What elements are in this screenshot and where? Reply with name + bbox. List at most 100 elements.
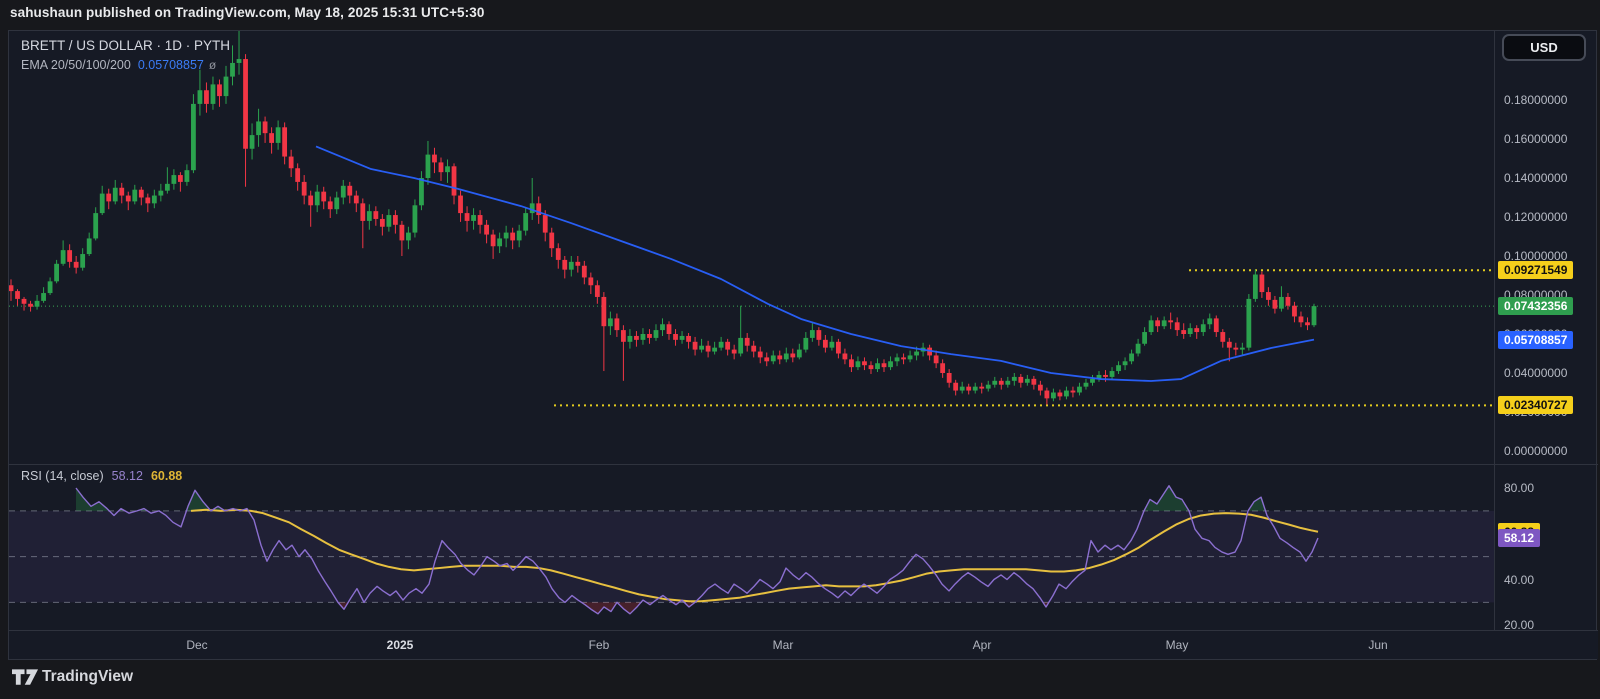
candle-body — [217, 84, 222, 97]
rsi-pane-canvas[interactable] — [9, 465, 1494, 630]
candle-body — [204, 90, 209, 104]
price-tick-label: 0.16000000 — [1504, 132, 1568, 146]
pane-separator[interactable] — [9, 464, 1598, 465]
rsi-overbought-fill — [76, 488, 110, 511]
chart-plot-area[interactable] — [9, 31, 1494, 630]
indicator-row: EMA 20/50/100/200 0.05708857 ø — [21, 58, 216, 72]
candle-body — [1220, 332, 1226, 342]
candle-body — [1064, 390, 1069, 397]
candle-body — [406, 232, 411, 241]
time-axis-label: Dec — [186, 638, 208, 652]
price-badge: 0.09271549 — [1498, 261, 1574, 280]
candle-body — [60, 250, 66, 264]
candle-body — [21, 298, 27, 304]
candle-body — [132, 189, 138, 202]
candle-body — [106, 193, 112, 202]
tradingview-logo-icon[interactable] — [12, 669, 39, 687]
footer-brand-text[interactable]: TradingView — [42, 668, 133, 686]
candle-body — [985, 384, 991, 389]
rsi-tick-label: 40.00 — [1504, 572, 1535, 587]
candle-body — [171, 175, 177, 184]
candle-body — [490, 234, 496, 247]
candle-body — [262, 121, 268, 134]
candle-body — [731, 349, 737, 354]
candle-body — [1070, 390, 1076, 393]
candle-body — [80, 254, 86, 268]
candle-body — [484, 224, 489, 235]
publish-banner: sahushaun published on TradingView.com, … — [0, 0, 1600, 30]
candle-body — [933, 355, 939, 364]
candle-body — [1090, 378, 1095, 383]
tradingview-snapshot: sahushaun published on TradingView.com, … — [0, 0, 1600, 699]
rsi-overbought-fill — [186, 490, 249, 511]
candle-body — [783, 353, 789, 360]
price-pane-canvas[interactable] — [9, 31, 1494, 465]
candle-body — [138, 189, 144, 198]
candle-body — [1109, 371, 1115, 377]
candle-body — [67, 250, 73, 262]
candle-body — [288, 156, 294, 169]
candle-body — [497, 238, 503, 247]
footer-bar: TradingView — [0, 660, 1600, 699]
publish-banner-text: sahushaun published on TradingView.com, … — [10, 5, 485, 20]
indicator-toggle-icon[interactable]: ø — [209, 58, 216, 72]
candle-body — [653, 330, 659, 338]
ema-indicator-label: EMA 20/50/100/200 — [21, 58, 131, 72]
candle-body — [555, 248, 561, 260]
candle-body — [959, 386, 965, 391]
candle-body — [464, 213, 470, 221]
candle-body — [679, 335, 685, 340]
currency-button[interactable]: USD — [1502, 34, 1586, 61]
candle-body — [1226, 341, 1232, 348]
candle-body — [529, 203, 535, 214]
candle-body — [998, 380, 1004, 385]
candle-body — [1279, 296, 1284, 309]
candle-body — [191, 103, 196, 171]
candle-body — [627, 335, 633, 342]
candle-body — [28, 303, 33, 307]
candle-body — [875, 363, 880, 370]
candle-body — [1142, 332, 1148, 344]
candle-body — [379, 218, 385, 227]
candle-body — [634, 335, 639, 340]
time-axis-label: 2025 — [386, 638, 414, 652]
candle-body — [243, 59, 248, 149]
rsi-ma-value: 60.88 — [150, 469, 183, 483]
candle-body — [15, 291, 20, 299]
candle-body — [601, 296, 607, 327]
candle-body — [86, 238, 92, 255]
candle-body — [1298, 316, 1304, 323]
candle-body — [1305, 322, 1310, 326]
time-axis[interactable]: Dec 2025 Feb Mar Apr May Jun — [9, 630, 1598, 659]
candle-body — [562, 259, 568, 270]
candle-body — [399, 224, 405, 241]
price-badge: 0.02340727 — [1498, 396, 1574, 415]
candle-body — [718, 341, 724, 348]
candle-body — [471, 215, 476, 221]
price-axis[interactable]: USD 0.18000000 0.16000000 0.14000000 0.1200… — [1494, 31, 1597, 632]
candle-body — [1116, 365, 1121, 372]
candle-body — [223, 76, 229, 97]
candle-body — [93, 213, 99, 239]
candle-body — [125, 195, 131, 202]
candle-body — [1207, 318, 1213, 325]
candle-body — [366, 211, 372, 221]
candle-body — [119, 187, 125, 196]
candle-body — [855, 361, 861, 368]
candle-body — [809, 330, 815, 338]
candle-body — [699, 345, 704, 350]
candle-body — [979, 386, 985, 389]
candle-body — [790, 353, 796, 358]
candle-body — [1272, 299, 1278, 309]
price-tick-label: 0.04000000 — [1504, 366, 1568, 380]
candle-body — [1194, 328, 1200, 333]
candle-body — [1200, 324, 1206, 333]
candle-body — [210, 84, 216, 104]
candle-body — [992, 380, 998, 385]
price-badge: 0.05708857 — [1498, 330, 1574, 349]
candle-body — [849, 359, 854, 368]
rsi-tick-label: 80.00 — [1504, 481, 1535, 495]
candle-body — [177, 175, 183, 182]
price-tick-label: 0.00000000 — [1504, 444, 1568, 458]
candle-body — [692, 341, 698, 350]
